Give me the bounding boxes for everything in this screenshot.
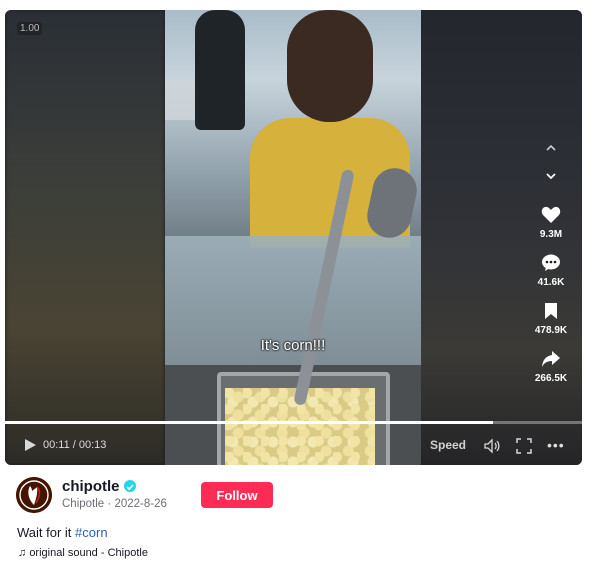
scene-sneeze-guard [165,236,421,386]
fullscreen-icon[interactable] [516,438,532,454]
video-player[interactable]: It's corn!!! 1.00 9.3M 41.6K 478.9K 266.… [5,10,582,465]
comment-count: 41.6K [537,277,565,288]
video-frame[interactable] [165,10,421,465]
bookmark-action[interactable]: 478.9K [525,302,577,336]
chevron-up-icon[interactable] [541,140,561,160]
chevron-down-icon[interactable] [541,168,561,188]
author-username[interactable]: chipotle [62,478,120,495]
hashtag-link[interactable]: #corn [75,525,108,540]
video-meta: chipotle Chipotle · 2022-8-26 Follow Wai… [0,465,593,565]
time-display: 00:11 / 00:13 [43,439,107,451]
bookmark-count: 478.9K [534,325,568,336]
author-display-name[interactable]: Chipotle [62,498,104,510]
share-icon[interactable] [541,350,561,370]
follow-button[interactable]: Follow [201,482,273,508]
volume-icon[interactable] [484,438,500,454]
playback-rate-badge: 1.00 [17,22,43,35]
scene-person [195,10,245,130]
share-count: 266.5K [534,373,568,384]
progress-fill [5,421,494,424]
background-blur-left [5,10,165,465]
heart-icon[interactable] [541,206,561,226]
share-action[interactable]: 266.5K [525,350,577,384]
video-description: Wait for it #corn [17,525,108,540]
progress-bar[interactable] [5,421,582,424]
post-date: 2022-8-26 [114,498,167,510]
comment-action[interactable]: 41.6K [525,254,577,288]
sound-title[interactable]: original sound - Chipotle [29,547,148,559]
avatar[interactable] [16,477,52,513]
sound-link[interactable]: ♫ original sound - Chipotle [18,547,148,559]
comment-icon[interactable] [541,254,561,274]
more-options-icon[interactable]: ••• [547,437,565,453]
play-icon[interactable] [23,438,37,452]
verified-badge-icon [124,480,136,492]
side-action-bar: 9.3M 41.6K 478.9K 266.5K [525,140,577,384]
player-controls: 00:11 / 00:13 Speed ••• [5,434,582,458]
description-text: Wait for it [17,525,76,540]
scene-child-head [287,10,373,122]
video-caption: It's corn!!! [260,337,326,354]
like-action[interactable]: 9.3M [525,206,577,240]
bookmark-icon[interactable] [541,302,561,322]
speed-button[interactable]: Speed [430,438,466,452]
music-note-icon: ♫ [18,547,30,559]
like-count: 9.3M [539,229,563,240]
author-subline: Chipotle · 2022-8-26 [62,498,167,510]
